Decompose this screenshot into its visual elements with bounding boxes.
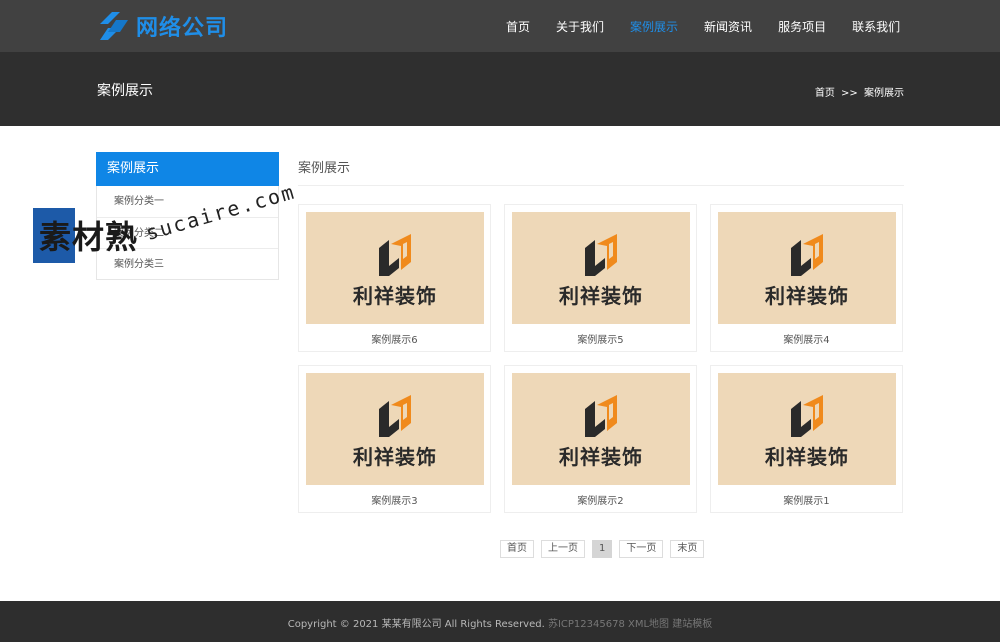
sidebar-item-category-2[interactable]: 案例分类二 [97, 217, 278, 248]
case-image[interactable]: 利祥装饰 [718, 212, 896, 324]
pagination: 首页 上一页 1 下一页 末页 [500, 540, 711, 558]
site-header: 网络公司 首页 关于我们 案例展示 新闻资讯 服务项目 联系我们 [0, 0, 1000, 52]
case-image[interactable]: 利祥装饰 [718, 373, 896, 485]
case-card[interactable]: 利祥装饰案例展示2 [504, 365, 697, 513]
case-card[interactable]: 利祥装饰案例展示3 [298, 365, 491, 513]
brand-name: 利祥装饰 [559, 445, 643, 469]
nav-news[interactable]: 新闻资讯 [704, 18, 752, 35]
breadcrumb-separator: >> [841, 88, 858, 99]
brand-name: 利祥装饰 [559, 284, 643, 308]
case-image[interactable]: 利祥装饰 [306, 373, 484, 485]
brand-logo-icon [585, 234, 617, 276]
brand-name: 利祥装饰 [765, 284, 849, 308]
page-prev-button[interactable]: 上一页 [541, 540, 585, 558]
brand-logo-icon [791, 234, 823, 276]
main-nav: 首页 关于我们 案例展示 新闻资讯 服务项目 联系我们 [506, 0, 926, 52]
footer-copyright: Copyright © 2021 某某有限公司 All Rights Reser… [287, 619, 545, 630]
sidebar-item-category-3[interactable]: 案例分类三 [97, 248, 278, 279]
sidebar: 案例展示 案例分类一 案例分类二 案例分类三 [96, 152, 279, 280]
logo-icon [100, 12, 128, 40]
brand-logo-icon [379, 395, 411, 437]
case-caption[interactable]: 案例展示1 [711, 492, 902, 507]
site-logo[interactable]: 网络公司 [96, 8, 228, 44]
nav-about[interactable]: 关于我们 [556, 18, 604, 35]
watermark-block [33, 208, 75, 263]
footer-links[interactable]: 苏ICP12345678 XML地图 建站模板 [548, 619, 712, 630]
brand-logo-icon [791, 395, 823, 437]
brand-logo-icon [379, 234, 411, 276]
page-last-button[interactable]: 末页 [670, 540, 705, 558]
brand-logo-icon [585, 395, 617, 437]
footer-text: Copyright © 2021 某某有限公司 All Rights Reser… [0, 615, 1000, 630]
case-caption[interactable]: 案例展示3 [299, 492, 490, 507]
main-content: 案例展示 利祥装饰 案例展示6 利祥装饰 案例展示5 利祥装饰 案例展示4 利祥装饰 案例展示… [298, 152, 904, 513]
sidebar-item-category-1[interactable]: 案例分类一 [97, 186, 278, 217]
nav-contact[interactable]: 联系我们 [852, 18, 900, 35]
brand-name: 利祥装饰 [353, 284, 437, 308]
nav-home[interactable]: 首页 [506, 18, 530, 35]
page-title: 案例展示 [97, 83, 153, 99]
nav-cases[interactable]: 案例展示 [630, 18, 678, 35]
case-caption[interactable]: 案例展示2 [505, 492, 696, 507]
case-card[interactable]: 利祥装饰案例展示1 [710, 365, 903, 513]
content-title: 案例展示 [298, 152, 904, 186]
case-image[interactable]: 利祥装饰 [512, 212, 690, 324]
page-current-number[interactable]: 1 [592, 540, 613, 558]
case-card[interactable]: 利祥装饰案例展示5 [504, 204, 697, 352]
sidebar-heading: 案例展示 [96, 152, 279, 186]
site-footer: Copyright © 2021 某某有限公司 All Rights Reser… [0, 601, 1000, 642]
breadcrumb-current[interactable]: 案例展示 [864, 88, 904, 99]
case-caption[interactable]: 案例展示6 [299, 331, 490, 346]
case-caption[interactable]: 案例展示5 [505, 331, 696, 346]
case-card[interactable]: 利祥装饰案例展示4 [710, 204, 903, 352]
page-next-button[interactable]: 下一页 [619, 540, 664, 558]
brand-name: 利祥装饰 [765, 445, 849, 469]
page-first-button[interactable]: 首页 [500, 540, 534, 558]
breadcrumb: 首页 >> 案例展示 [812, 84, 904, 99]
breadcrumb-home[interactable]: 首页 [815, 88, 835, 99]
logo-text: 网络公司 [136, 16, 229, 41]
case-caption[interactable]: 案例展示4 [711, 331, 902, 346]
brand-name: 利祥装饰 [353, 445, 437, 469]
nav-services[interactable]: 服务项目 [778, 18, 826, 35]
sidebar-list: 案例分类一 案例分类二 案例分类三 [96, 186, 279, 280]
case-card[interactable]: 利祥装饰案例展示6 [298, 204, 491, 352]
case-image[interactable]: 利祥装饰 [512, 373, 690, 485]
page-banner: 案例展示 首页 >> 案例展示 [0, 52, 1000, 126]
case-image[interactable]: 利祥装饰 [306, 212, 484, 324]
